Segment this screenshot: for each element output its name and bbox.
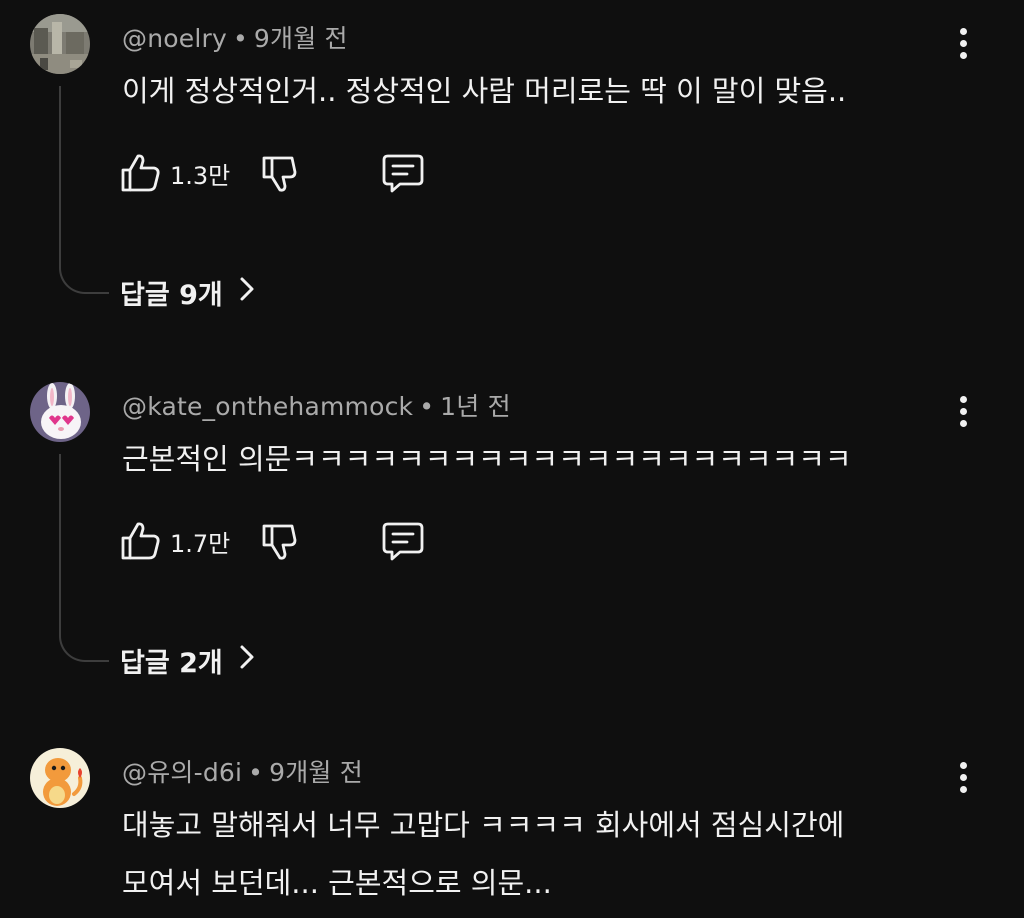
comment-meta: @유의-d6i • 9개월 전 <box>122 753 363 789</box>
more-vertical-icon-dot <box>960 420 967 427</box>
reply-comment-icon <box>382 154 424 193</box>
more-options-button[interactable] <box>944 754 984 800</box>
comment-actions: 1.7만 <box>118 518 438 564</box>
comment-time: 1년 전 <box>440 392 511 421</box>
comment-time: 9개월 전 <box>269 758 363 787</box>
thumb-up-icon <box>121 154 160 192</box>
comment-text: 이게 정상적인거.. 정상적인 사람 머리로는 딱 이 말이 맞음.. <box>122 62 846 120</box>
comment-meta: @noelry • 9개월 전 <box>122 19 348 55</box>
thumb-down-icon <box>262 156 297 192</box>
reply-comment-icon <box>382 522 424 561</box>
replies-label: 답글 2개 <box>120 647 223 679</box>
more-vertical-icon <box>960 762 967 769</box>
rabbit-avatar-icon <box>30 382 90 442</box>
like-count: 1.3만 <box>170 162 231 190</box>
more-options-button[interactable] <box>944 388 984 434</box>
charmander-avatar-icon <box>30 748 90 808</box>
comment-text-line: 대놓고 말해줘서 너무 고맙다 ㅋㅋㅋㅋ 회사에서 점심시간에 <box>122 808 845 842</box>
comment-text-line: 이게 정상적인거.. 정상적인 사람 머리로는 딱 이 말이 맞음.. <box>122 74 847 108</box>
comment-time: 9개월 전 <box>253 24 348 53</box>
author-name[interactable]: @noelry <box>122 24 227 53</box>
thumb-down-icon <box>262 524 297 560</box>
replies-toggle[interactable]: 답글 9개 <box>120 272 255 312</box>
comment-item: @noelry • 9개월 전 이게 정상적인거.. 정상적인 사람 머리로는 딱 … <box>0 0 1024 330</box>
more-vertical-icon <box>960 28 967 35</box>
comment-text: 근본적인 의문ㅋㅋㅋㅋㅋㅋㅋㅋㅋㅋㅋㅋㅋㅋㅋㅋㅋㅋㅋㅋㅋ <box>122 430 852 488</box>
dislike-button[interactable] <box>258 518 304 564</box>
separator-dot: • <box>419 392 435 421</box>
reply-button[interactable] <box>380 518 426 564</box>
thread-line <box>59 454 109 662</box>
thumb-up-icon <box>121 522 160 560</box>
more-options-button[interactable] <box>944 20 984 66</box>
comment-text-line: 근본적인 의문ㅋㅋㅋㅋㅋㅋㅋㅋㅋㅋㅋㅋㅋㅋㅋㅋㅋㅋㅋㅋㅋ <box>122 442 852 476</box>
author-name[interactable]: @kate_onthehammock <box>122 392 413 421</box>
more-vertical-icon-dot <box>960 52 967 59</box>
replies-toggle[interactable]: 답글 2개 <box>120 640 255 680</box>
more-vertical-icon-dot <box>960 774 967 781</box>
chevron-right-icon <box>239 276 255 309</box>
separator-dot: • <box>232 24 248 53</box>
more-vertical-icon-dot <box>960 408 967 415</box>
avatar[interactable] <box>30 14 90 74</box>
author-name[interactable]: @유의-d6i <box>122 758 242 787</box>
like-button[interactable] <box>118 150 164 196</box>
more-vertical-icon-dot <box>960 786 967 793</box>
comment-text-line: 모여서 보던데... 근본적으로 의문... <box>122 866 552 900</box>
replies-label: 답글 9개 <box>120 279 223 311</box>
like-count: 1.7만 <box>170 530 231 558</box>
more-vertical-icon-dot <box>960 40 967 47</box>
more-vertical-icon <box>960 396 967 403</box>
comment-meta: @kate_onthehammock • 1년 전 <box>122 387 511 423</box>
avatar[interactable] <box>30 382 90 442</box>
avatar[interactable] <box>30 748 90 808</box>
comment-item: @유의-d6i • 9개월 전 대놓고 말해줘서 너무 고맙다 ㅋㅋㅋㅋ 회사에서 … <box>0 734 1024 918</box>
comment-text: 대놓고 말해줘서 너무 고맙다 ㅋㅋㅋㅋ 회사에서 점심시간에 모여서 보던데.… <box>122 796 844 912</box>
thread-line <box>59 86 109 294</box>
dislike-button[interactable] <box>258 150 304 196</box>
comment-item: @kate_onthehammock • 1년 전 근본적인 의문ㅋㅋㅋㅋㅋㅋㅋㅋㅋ… <box>0 368 1024 698</box>
chevron-right-icon <box>239 644 255 677</box>
separator-dot: • <box>248 758 264 787</box>
like-button[interactable] <box>118 518 164 564</box>
reply-button[interactable] <box>380 150 426 196</box>
comment-actions: 1.3만 <box>118 150 438 196</box>
photo-avatar-icon <box>30 14 90 74</box>
